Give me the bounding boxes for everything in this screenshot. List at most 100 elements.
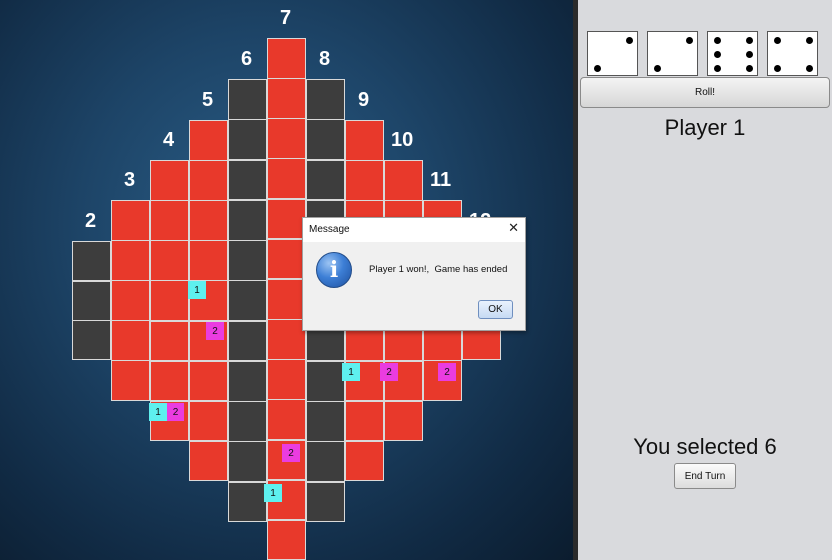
board-cell (189, 400, 228, 442)
board-cell (267, 38, 306, 79)
dialog-message: Player 1 won!, Game has ended (369, 264, 508, 275)
board-cell (111, 200, 150, 241)
player-marker: 2 (438, 363, 456, 381)
board-cell (150, 200, 189, 241)
board-cell (228, 320, 267, 362)
dialog-title: Message (309, 224, 350, 235)
dialog-ok-button[interactable]: OK (478, 300, 513, 319)
board-cell (189, 120, 228, 161)
board-cell (267, 78, 306, 119)
board-cell (306, 119, 345, 161)
die-pip (686, 37, 693, 44)
board-cell (228, 159, 267, 201)
board-cell (228, 119, 267, 161)
player-marker: 2 (282, 444, 300, 462)
column-number: 11 (430, 169, 452, 191)
board-cell (72, 280, 111, 321)
die-pip (774, 65, 781, 72)
board-cell (306, 481, 345, 523)
board-cell (306, 401, 345, 442)
board-cell (150, 160, 189, 201)
close-icon[interactable]: ✕ (508, 221, 519, 236)
message-dialog: Message ✕ i Player 1 won!, Game has ende… (302, 217, 526, 331)
board-cell (111, 360, 150, 401)
die-4[interactable] (767, 31, 818, 76)
board-cell (267, 158, 306, 200)
die-pip (806, 37, 813, 44)
roll-button[interactable]: Roll! (580, 77, 830, 108)
player-marker: 2 (380, 363, 398, 381)
board-cell (228, 199, 267, 241)
board-cell (72, 320, 111, 361)
die-pip (746, 51, 753, 58)
die-pip (806, 65, 813, 72)
board-cell (150, 280, 189, 322)
die-pip (714, 37, 721, 44)
board-cell (267, 519, 306, 560)
current-player-label: Player 1 (664, 115, 746, 140)
die-pip (654, 65, 661, 72)
die-pip (594, 65, 601, 72)
board-cell (345, 120, 384, 161)
board-cell (111, 320, 150, 361)
selection-status: You selected 6 (633, 434, 777, 459)
die-pip (714, 65, 721, 72)
board-cell (189, 200, 228, 241)
board-cell (228, 481, 267, 523)
player-marker: 1 (342, 363, 360, 381)
board-cell (189, 160, 228, 201)
board-cell (228, 240, 267, 281)
player-marker: 1 (188, 281, 206, 299)
board-cell (228, 360, 267, 402)
board-cell (228, 79, 267, 120)
die-pip (714, 51, 721, 58)
column-number: 10 (391, 129, 414, 151)
player-marker: 2 (167, 403, 184, 421)
board-cell (306, 79, 345, 120)
board-cell (72, 241, 111, 282)
info-icon: i (316, 252, 352, 288)
board-cell (345, 440, 384, 482)
board-cell (306, 441, 345, 483)
column-number: 3 (124, 169, 136, 191)
board-cell (150, 240, 189, 281)
player-marker: 1 (149, 403, 167, 421)
board-cell (345, 400, 384, 442)
player-marker: 1 (264, 484, 282, 502)
board-cell (228, 401, 267, 442)
board-cell (150, 320, 189, 362)
board-cell (111, 240, 150, 281)
die-pip (746, 65, 753, 72)
board-cell (228, 280, 267, 322)
board-cell (111, 280, 150, 321)
board-cell (189, 360, 228, 402)
board-cell (345, 160, 384, 201)
column-number: 8 (319, 48, 331, 70)
die-2[interactable] (647, 31, 698, 76)
column-number: 2 (85, 210, 97, 232)
end-turn-button[interactable]: End Turn (674, 463, 736, 489)
board-cell (267, 319, 306, 360)
column-number: 4 (163, 129, 175, 151)
board-cell (150, 360, 189, 402)
die-3[interactable] (707, 31, 758, 76)
column-number: 7 (280, 7, 292, 29)
board-cell (384, 160, 423, 201)
board-cell (306, 360, 345, 402)
board-cell (267, 359, 306, 400)
board-cell (384, 400, 423, 442)
player-marker: 2 (206, 322, 224, 340)
die-1[interactable] (587, 31, 638, 76)
board-cell (228, 441, 267, 483)
die-pip (746, 37, 753, 44)
die-pip (626, 37, 633, 44)
board-cell (189, 240, 228, 281)
column-number: 5 (202, 89, 214, 111)
die-pip (774, 37, 781, 44)
board-cell (267, 399, 306, 441)
board-cell (267, 278, 306, 320)
board-cell (189, 440, 228, 482)
column-number: 9 (358, 89, 370, 111)
board-cell (267, 198, 306, 240)
board-cell (306, 159, 345, 201)
